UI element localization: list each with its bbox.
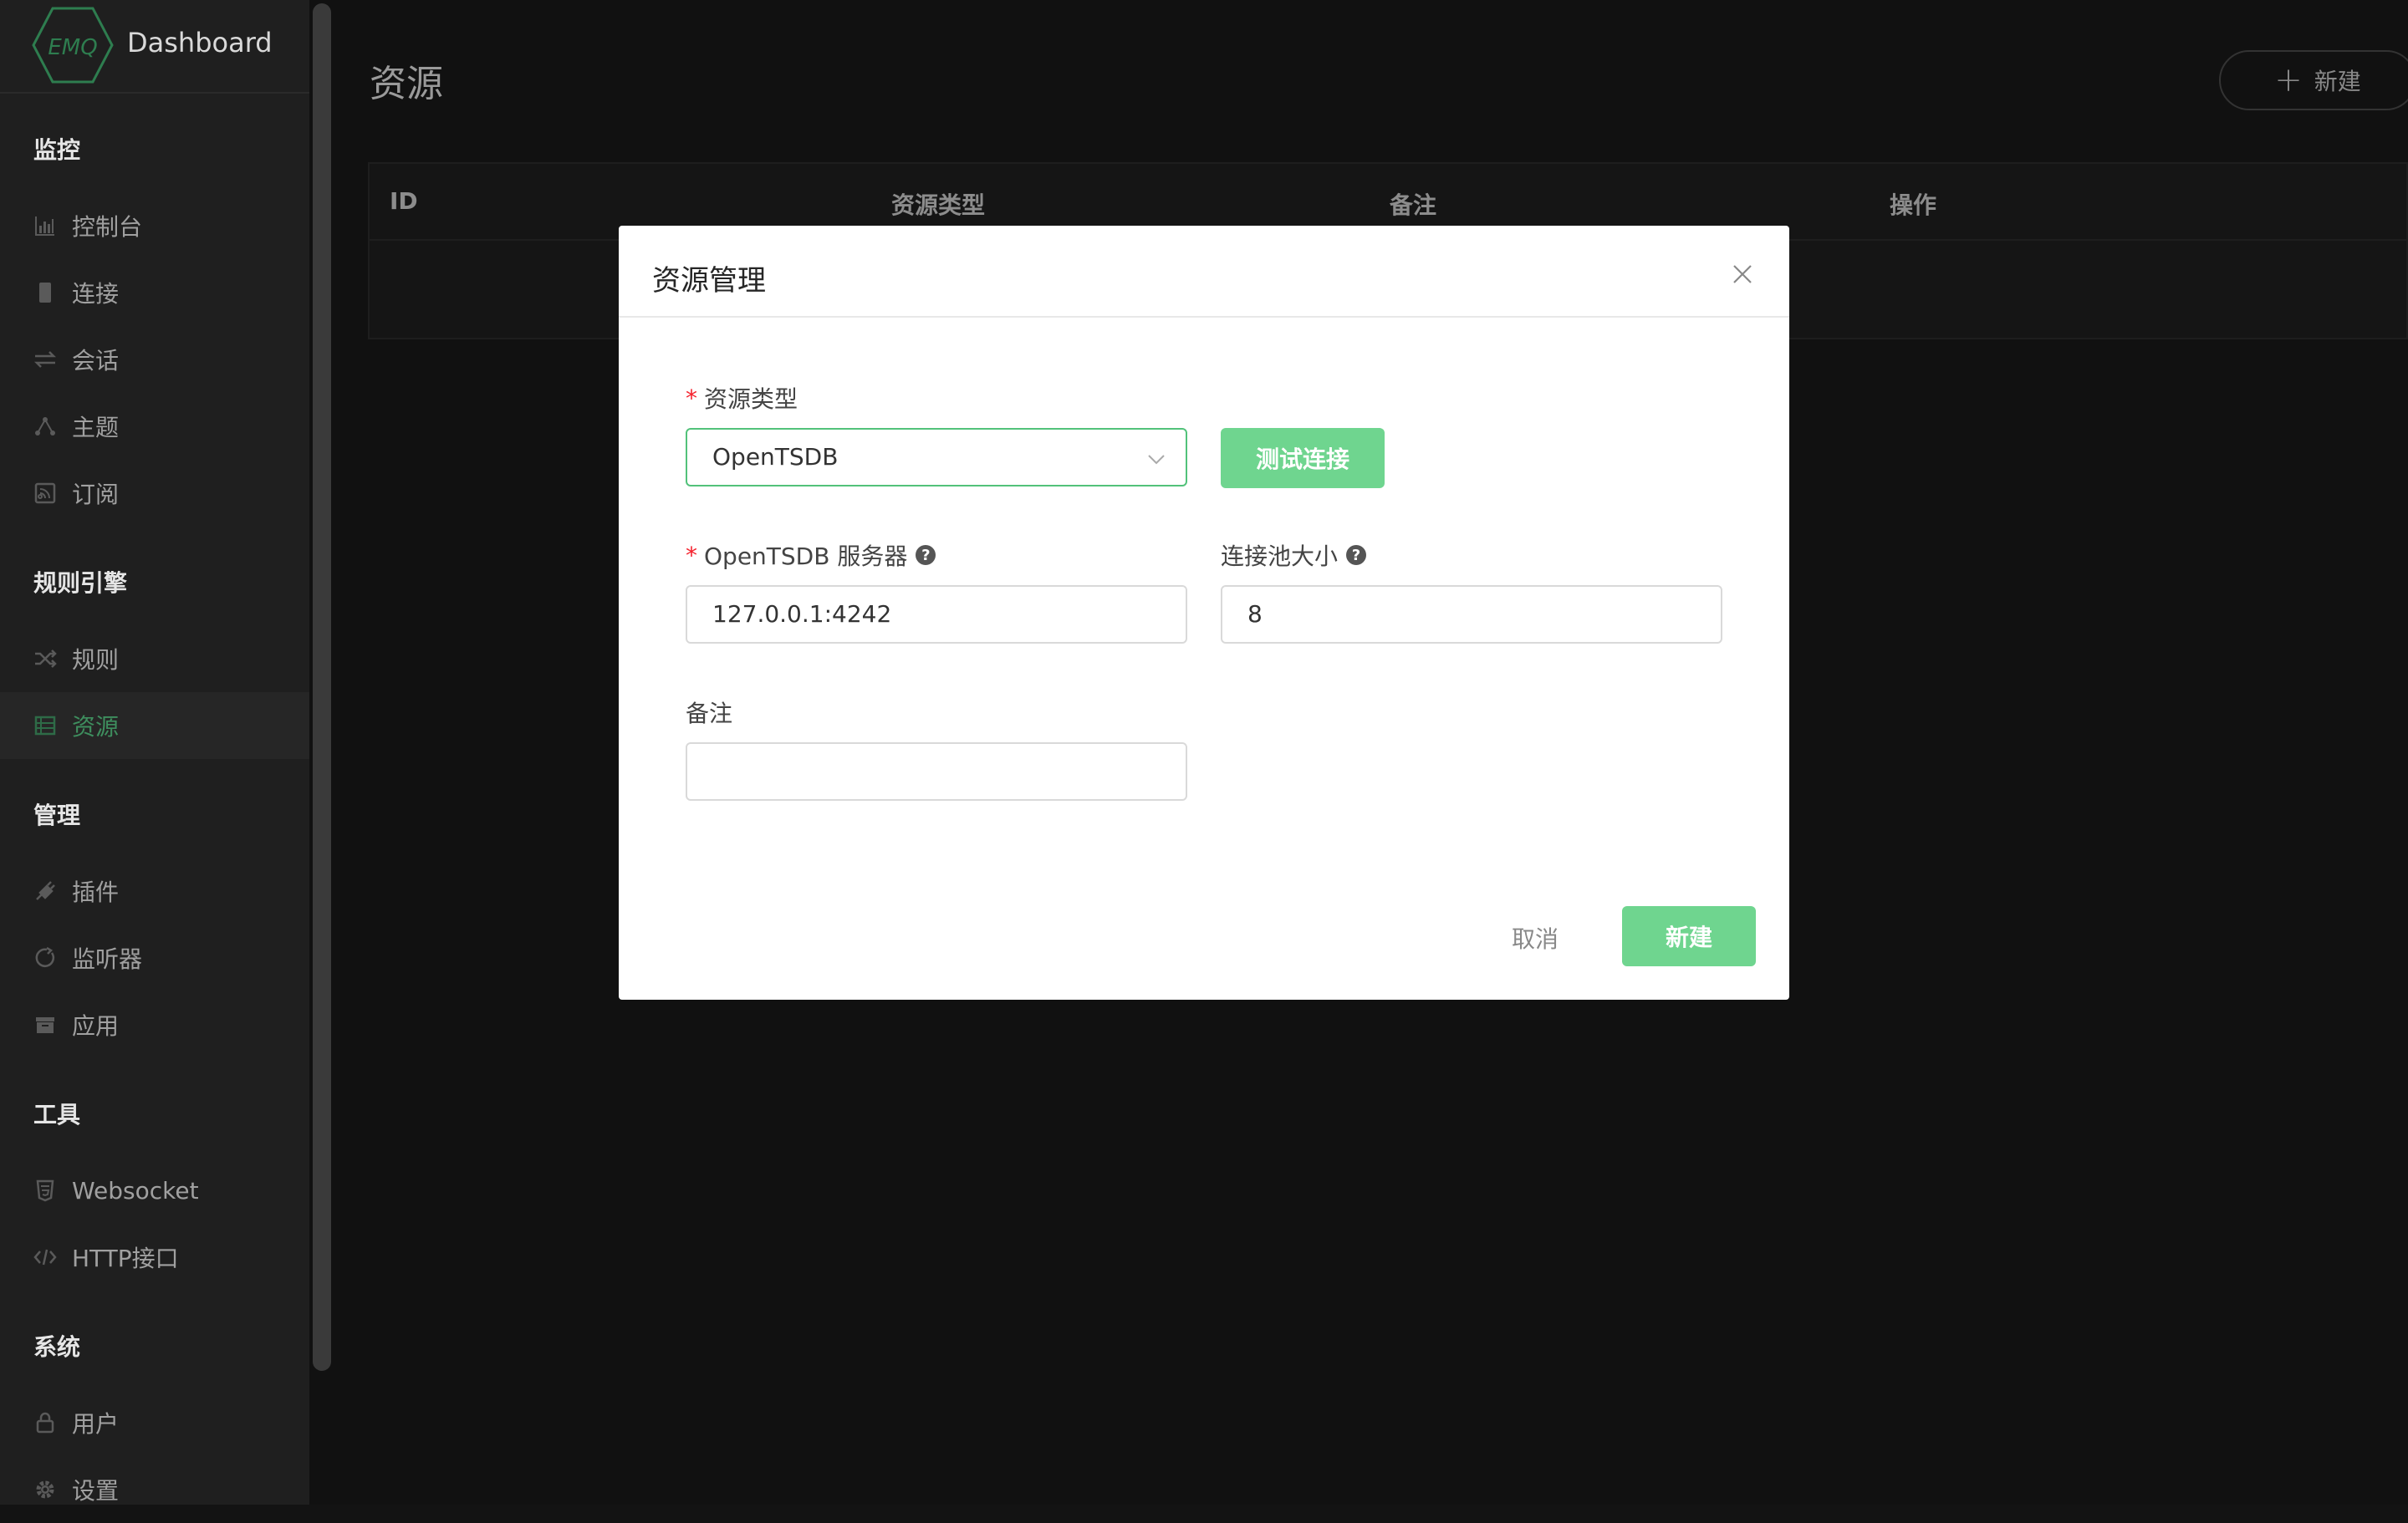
brand-title: Dashboard	[127, 27, 273, 59]
topic-icon	[33, 415, 57, 438]
create-button[interactable]: 新建	[1622, 906, 1756, 966]
pool-size-label: 连接池大小 ?	[1221, 538, 1367, 572]
plug-icon	[33, 879, 57, 903]
column-header-id: ID	[390, 187, 418, 215]
sidebar-item-websocket[interactable]: Websocket	[0, 1157, 309, 1224]
sidebar-item-label: 用户	[72, 1410, 120, 1438]
sidebar-item-label: 插件	[72, 879, 120, 906]
column-header-actions: 操作	[1890, 191, 1937, 219]
sidebar-item-label: 规则	[72, 646, 120, 674]
dialog-title: 资源管理	[652, 264, 766, 298]
sidebar-item-label: 控制台	[72, 213, 143, 241]
help-icon[interactable]: ?	[1346, 545, 1367, 565]
resource-type-value: OpenTSDB	[712, 443, 839, 471]
phone-icon	[33, 281, 57, 304]
resource-type-select[interactable]: OpenTSDB	[686, 428, 1187, 486]
sidebar-item-resources[interactable]: 资源	[0, 692, 309, 759]
sidebar-item-plugins[interactable]: 插件	[0, 858, 309, 924]
shuffle-icon	[33, 647, 57, 670]
nav-group-tools: 工具	[33, 1101, 81, 1128]
sidebar-item-label: 监听器	[72, 945, 143, 973]
remark-label-text: 备注	[686, 700, 733, 727]
nav-group-system: 系统	[33, 1333, 81, 1361]
sidebar-item-listeners[interactable]: 监听器	[0, 924, 309, 991]
sidebar-item-label: 会话	[72, 347, 120, 374]
remark-input[interactable]	[686, 742, 1187, 801]
plus-icon: +	[2274, 61, 2303, 99]
test-connection-button[interactable]: 测试连接	[1221, 428, 1385, 488]
code-icon	[33, 1245, 57, 1269]
sidebar-item-label: 主题	[72, 414, 120, 441]
new-resource-button-label: 新建	[2314, 68, 2361, 95]
app-icon	[33, 1013, 57, 1037]
sidebar-item-http-api[interactable]: HTTP接口	[0, 1224, 309, 1291]
sidebar-item-settings[interactable]: 设置	[0, 1456, 309, 1523]
nav-group-monitor: 监控	[33, 136, 81, 164]
server-label: * OpenTSDB 服务器 ?	[686, 538, 936, 572]
column-header-remark: 备注	[1390, 191, 1437, 219]
sidebar-item-console[interactable]: 控制台	[0, 192, 309, 259]
gear-icon	[33, 1478, 57, 1501]
sidebar-item-applications[interactable]: 应用	[0, 991, 309, 1058]
resource-dialog: 资源管理 * 资源类型 OpenTSDB 测试连接 * OpenTSDB 服务器…	[619, 226, 1789, 1000]
swap-icon	[33, 348, 57, 371]
help-icon[interactable]: ?	[916, 545, 936, 565]
emq-logo: EMQ	[32, 7, 114, 84]
brand[interactable]: EMQ Dashboard	[0, 0, 309, 94]
page-title: 资源	[370, 63, 443, 105]
column-header-type: 资源类型	[891, 191, 986, 219]
sidebar-item-label: 订阅	[72, 481, 120, 508]
sidebar-item-subscriptions[interactable]: 订阅	[0, 460, 309, 527]
nav-group-rule-engine: 规则引擎	[33, 569, 128, 597]
sidebar-item-label: 资源	[72, 713, 120, 741]
required-mark: *	[686, 541, 697, 569]
nav-group-management: 管理	[33, 802, 81, 829]
database-icon	[33, 714, 57, 737]
required-mark: *	[686, 384, 697, 412]
html5-icon	[33, 1179, 57, 1202]
sidebar-item-rules[interactable]: 规则	[0, 625, 309, 692]
sidebar-item-label: Websocket	[72, 1176, 199, 1205]
lock-icon	[33, 1411, 57, 1434]
sidebar-item-connections[interactable]: 连接	[0, 259, 309, 326]
pool-size-label-text: 连接池大小	[1221, 542, 1339, 570]
chevron-down-icon	[1148, 455, 1165, 465]
sidebar: EMQ Dashboard 监控 控制台 连接 会话 主题 订阅 规则引擎 规则…	[0, 0, 309, 1505]
server-input[interactable]: 127.0.0.1:4242	[686, 585, 1187, 644]
sidebar-item-sessions[interactable]: 会话	[0, 326, 309, 393]
sidebar-item-label: 应用	[72, 1012, 120, 1040]
sidebar-scrollbar-thumb[interactable]	[313, 3, 331, 1371]
new-resource-button[interactable]: + 新建	[2219, 50, 2408, 110]
close-icon[interactable]	[1732, 264, 1752, 284]
sidebar-item-label: 连接	[72, 280, 120, 308]
sidebar-item-users[interactable]: 用户	[0, 1389, 309, 1456]
sidebar-item-topics[interactable]: 主题	[0, 393, 309, 460]
sidebar-item-label: 设置	[72, 1477, 120, 1505]
bar-chart-icon	[33, 214, 57, 237]
pool-size-input[interactable]: 8	[1221, 585, 1722, 644]
resource-type-label: * 资源类型	[686, 381, 798, 415]
sidebar-item-label: HTTP接口	[72, 1245, 179, 1272]
listener-icon	[33, 946, 57, 970]
rss-icon	[33, 481, 57, 505]
server-label-text: OpenTSDB 服务器	[704, 542, 908, 570]
resource-type-label-text: 资源类型	[704, 385, 798, 413]
svg-text:EMQ: EMQ	[48, 35, 97, 60]
remark-label: 备注	[686, 695, 732, 729]
cancel-button[interactable]: 取消	[1493, 908, 1577, 968]
dialog-header: 资源管理	[619, 226, 1789, 318]
